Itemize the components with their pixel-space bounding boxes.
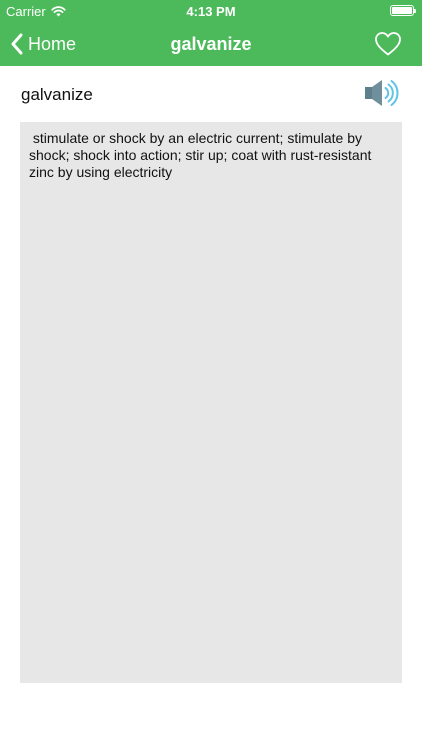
battery-level [392,7,412,14]
word-title: galvanize [21,85,93,104]
status-bar: Carrier 4:13 PM [0,0,422,22]
pronounce-button[interactable] [363,78,399,108]
status-time: 4:13 PM [186,4,236,19]
navigation-bar: Home galvanize [0,22,422,66]
definition-text-area[interactable]: stimulate or shock by an electric curren… [20,122,402,683]
speaker-icon [365,80,399,106]
page-title: galvanize [170,34,252,54]
heart-outline-icon [375,32,401,56]
favorite-button[interactable] [374,31,402,57]
word-header: galvanize [0,66,422,122]
top-bar: Carrier 4:13 PM Home galvanize [0,0,422,66]
battery-icon [390,5,416,16]
